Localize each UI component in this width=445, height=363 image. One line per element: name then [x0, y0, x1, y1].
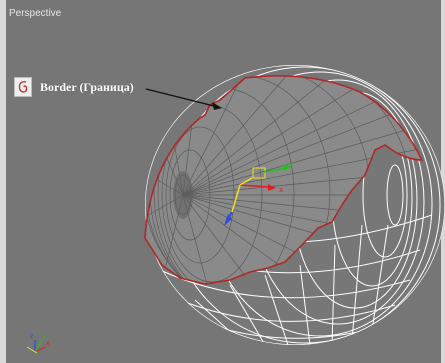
axis-x-label: x — [46, 340, 50, 347]
world-axis-tripod — [26, 339, 46, 354]
axis-z-label: z — [30, 333, 33, 340]
border-label: Border (Граница) — [40, 79, 134, 94]
gizmo-axis-x-label: x — [279, 186, 283, 194]
border-callout: Border (Граница) — [14, 77, 134, 97]
perspective-viewport[interactable]: Perspective y x x y z Border (Граница) — [0, 0, 445, 363]
axis-y-label: y — [42, 333, 46, 340]
border-icon[interactable] — [14, 77, 32, 97]
scene-canvas[interactable]: y x x y z — [0, 0, 445, 363]
gizmo-axis-y-label: y — [289, 159, 293, 167]
